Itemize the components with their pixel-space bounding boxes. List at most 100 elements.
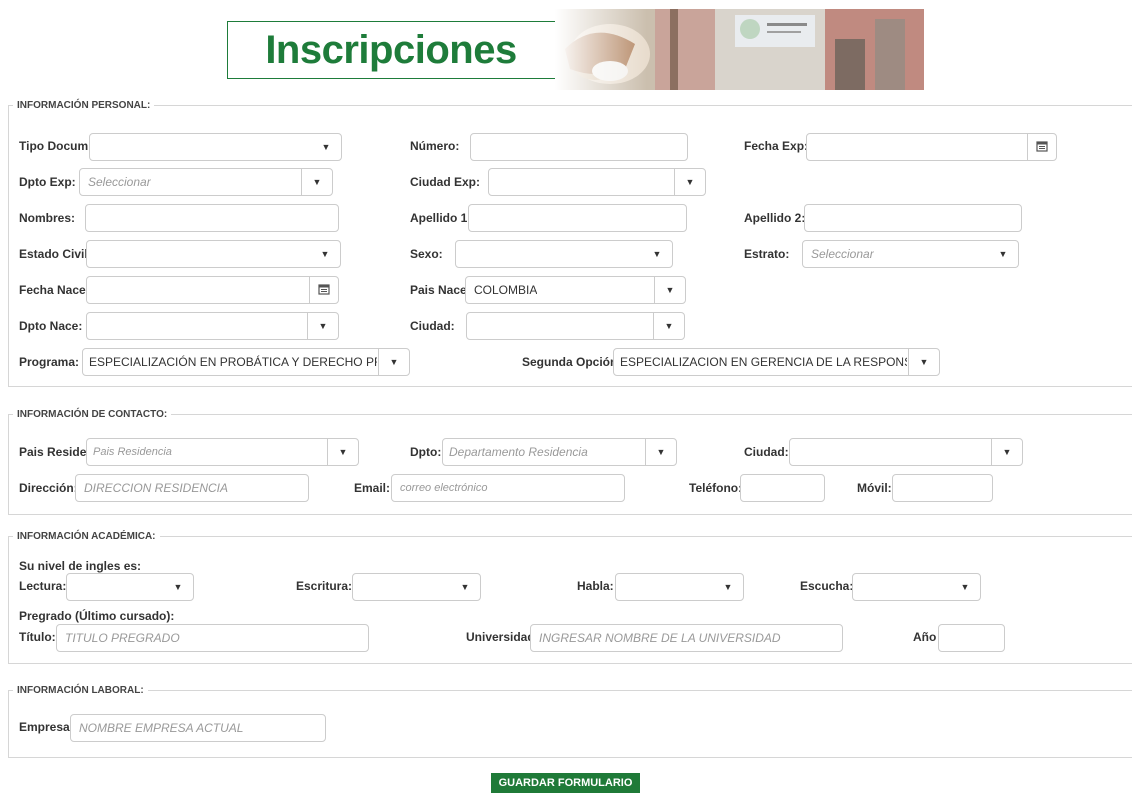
sexo-select[interactable]: ▼	[455, 240, 673, 268]
apellido1-input[interactable]	[468, 204, 687, 232]
ciudad-nace-select[interactable]: ▼	[466, 312, 685, 340]
chevron-down-icon: ▼	[654, 277, 685, 303]
universidad-input[interactable]: INGRESAR NOMBRE DE LA UNIVERSIDAD	[530, 624, 843, 652]
banner-title-box: Inscripciones	[227, 21, 567, 79]
banner-photo	[555, 9, 924, 90]
sexo-label: Sexo:	[410, 247, 443, 261]
dpto-reside-label: Dpto:	[410, 445, 442, 459]
calendar-icon[interactable]	[1027, 134, 1056, 160]
tipo-docum-select[interactable]: ▼	[89, 133, 342, 161]
ciudad-exp-select[interactable]: ▼	[488, 168, 706, 196]
anio-label: Año	[913, 630, 937, 644]
estrato-placeholder: Seleccionar	[811, 247, 874, 261]
telefono-input[interactable]	[740, 474, 825, 502]
chevron-down-icon: ▼	[378, 349, 409, 375]
email-label: Email:	[354, 481, 391, 495]
apellido2-input[interactable]	[804, 204, 1022, 232]
header-banner: Inscripciones	[227, 9, 924, 90]
numero-input[interactable]	[470, 133, 688, 161]
fecha-nace-input[interactable]	[86, 276, 339, 304]
apellido2-label: Apellido 2:	[744, 211, 806, 225]
chevron-down-icon: ▼	[908, 349, 939, 375]
anio-input[interactable]	[938, 624, 1005, 652]
contact-info-legend: INFORMACIÓN DE CONTACTO:	[17, 409, 168, 420]
ciudad-reside-label: Ciudad:	[744, 445, 789, 459]
chevron-down-icon: ▼	[674, 169, 705, 195]
save-form-button[interactable]: GUARDAR FORMULARIO	[491, 773, 640, 793]
tipo-docum-label: Tipo Docum:	[19, 139, 93, 153]
dpto-reside-select[interactable]: Departamento Residencia ▼	[442, 438, 677, 466]
dpto-reside-placeholder: Departamento Residencia	[449, 445, 588, 459]
chevron-down-icon: ▼	[460, 582, 470, 592]
chevron-down-icon: ▼	[645, 439, 676, 465]
movil-input[interactable]	[892, 474, 993, 502]
dpto-exp-select[interactable]: Seleccionar ▼	[79, 168, 333, 196]
nombres-label: Nombres:	[19, 211, 76, 225]
pais-reside-label: Pais Reside:	[19, 445, 91, 459]
programa-value: ESPECIALIZACIÓN EN PROBÁTICA Y DERECHO P…	[89, 355, 377, 369]
estado-civil-label: Estado Civil:	[19, 247, 92, 261]
lectura-label: Lectura:	[19, 579, 67, 593]
pais-nace-label: Pais Nace:	[410, 283, 471, 297]
nivel-ingles-label: Su nivel de ingles es:	[19, 559, 142, 573]
segunda-opcion-value: ESPECIALIZACION EN GERENCIA DE LA RESPON…	[620, 355, 907, 369]
empresa-label: Empresa:	[19, 720, 74, 734]
direccion-input[interactable]: DIRECCION RESIDENCIA	[75, 474, 309, 502]
escritura-select[interactable]: ▼	[352, 573, 481, 601]
habla-label: Habla:	[577, 579, 614, 593]
programa-select[interactable]: ESPECIALIZACIÓN EN PROBÁTICA Y DERECHO P…	[82, 348, 410, 376]
chevron-down-icon: ▼	[653, 313, 684, 339]
chevron-down-icon: ▼	[652, 249, 662, 259]
escucha-select[interactable]: ▼	[852, 573, 981, 601]
titulo-input[interactable]: TITULO PREGRADO	[56, 624, 369, 652]
numero-label: Número:	[410, 139, 460, 153]
chevron-down-icon: ▼	[991, 439, 1022, 465]
universidad-label: Universidad	[466, 630, 535, 644]
programa-label: Programa:	[19, 355, 80, 369]
empresa-input[interactable]: NOMBRE EMPRESA ACTUAL	[70, 714, 326, 742]
nombres-input[interactable]	[85, 204, 339, 232]
estado-civil-select[interactable]: ▼	[86, 240, 341, 268]
lectura-select[interactable]: ▼	[66, 573, 194, 601]
escucha-label: Escucha:	[800, 579, 854, 593]
chevron-down-icon: ▼	[998, 249, 1008, 259]
chevron-down-icon: ▼	[960, 582, 970, 592]
calendar-icon[interactable]	[309, 277, 338, 303]
dpto-exp-placeholder: Seleccionar	[88, 175, 151, 189]
fecha-nace-label: Fecha Nace:	[19, 283, 90, 297]
pais-nace-select[interactable]: COLOMBIA ▼	[465, 276, 686, 304]
fecha-exp-label: Fecha Exp:	[744, 139, 809, 153]
dpto-nace-select[interactable]: ▼	[86, 312, 339, 340]
ciudad-nace-label: Ciudad:	[410, 319, 455, 333]
chevron-down-icon: ▼	[327, 439, 358, 465]
apellido1-label: Apellido 1:	[410, 211, 472, 225]
chevron-down-icon: ▼	[173, 582, 183, 592]
segunda-opcion-select[interactable]: ESPECIALIZACION EN GERENCIA DE LA RESPON…	[613, 348, 940, 376]
estrato-select[interactable]: Seleccionar ▼	[802, 240, 1019, 268]
email-input[interactable]: correo electrónico	[391, 474, 625, 502]
dpto-exp-label: Dpto Exp:	[19, 175, 76, 189]
direccion-label: Dirección:	[19, 481, 78, 495]
escritura-label: Escritura:	[296, 579, 353, 593]
chevron-down-icon: ▼	[723, 582, 733, 592]
habla-select[interactable]: ▼	[615, 573, 744, 601]
academic-info-legend: INFORMACIÓN ACADÉMICA:	[17, 531, 156, 542]
titulo-label: Título:	[19, 630, 56, 644]
chevron-down-icon: ▼	[320, 249, 330, 259]
chevron-down-icon: ▼	[301, 169, 332, 195]
pais-reside-placeholder: Pais Residencia	[93, 446, 172, 458]
estrato-label: Estrato:	[744, 247, 790, 261]
telefono-label: Teléfono:	[689, 481, 743, 495]
banner-title: Inscripciones	[265, 28, 517, 72]
pais-nace-value: COLOMBIA	[474, 283, 538, 297]
pais-reside-select[interactable]: Pais Residencia ▼	[86, 438, 359, 466]
pregrado-label: Pregrado (Último cursado):	[19, 609, 175, 623]
dpto-nace-label: Dpto Nace:	[19, 319, 83, 333]
chevron-down-icon: ▼	[307, 313, 338, 339]
ciudad-exp-label: Ciudad Exp:	[410, 175, 481, 189]
ciudad-reside-select[interactable]: ▼	[789, 438, 1023, 466]
movil-label: Móvil:	[857, 481, 892, 495]
segunda-opcion-label: Segunda Opción:	[522, 355, 622, 369]
fecha-exp-input[interactable]	[806, 133, 1057, 161]
personal-info-legend: INFORMACIÓN PERSONAL:	[17, 100, 151, 111]
